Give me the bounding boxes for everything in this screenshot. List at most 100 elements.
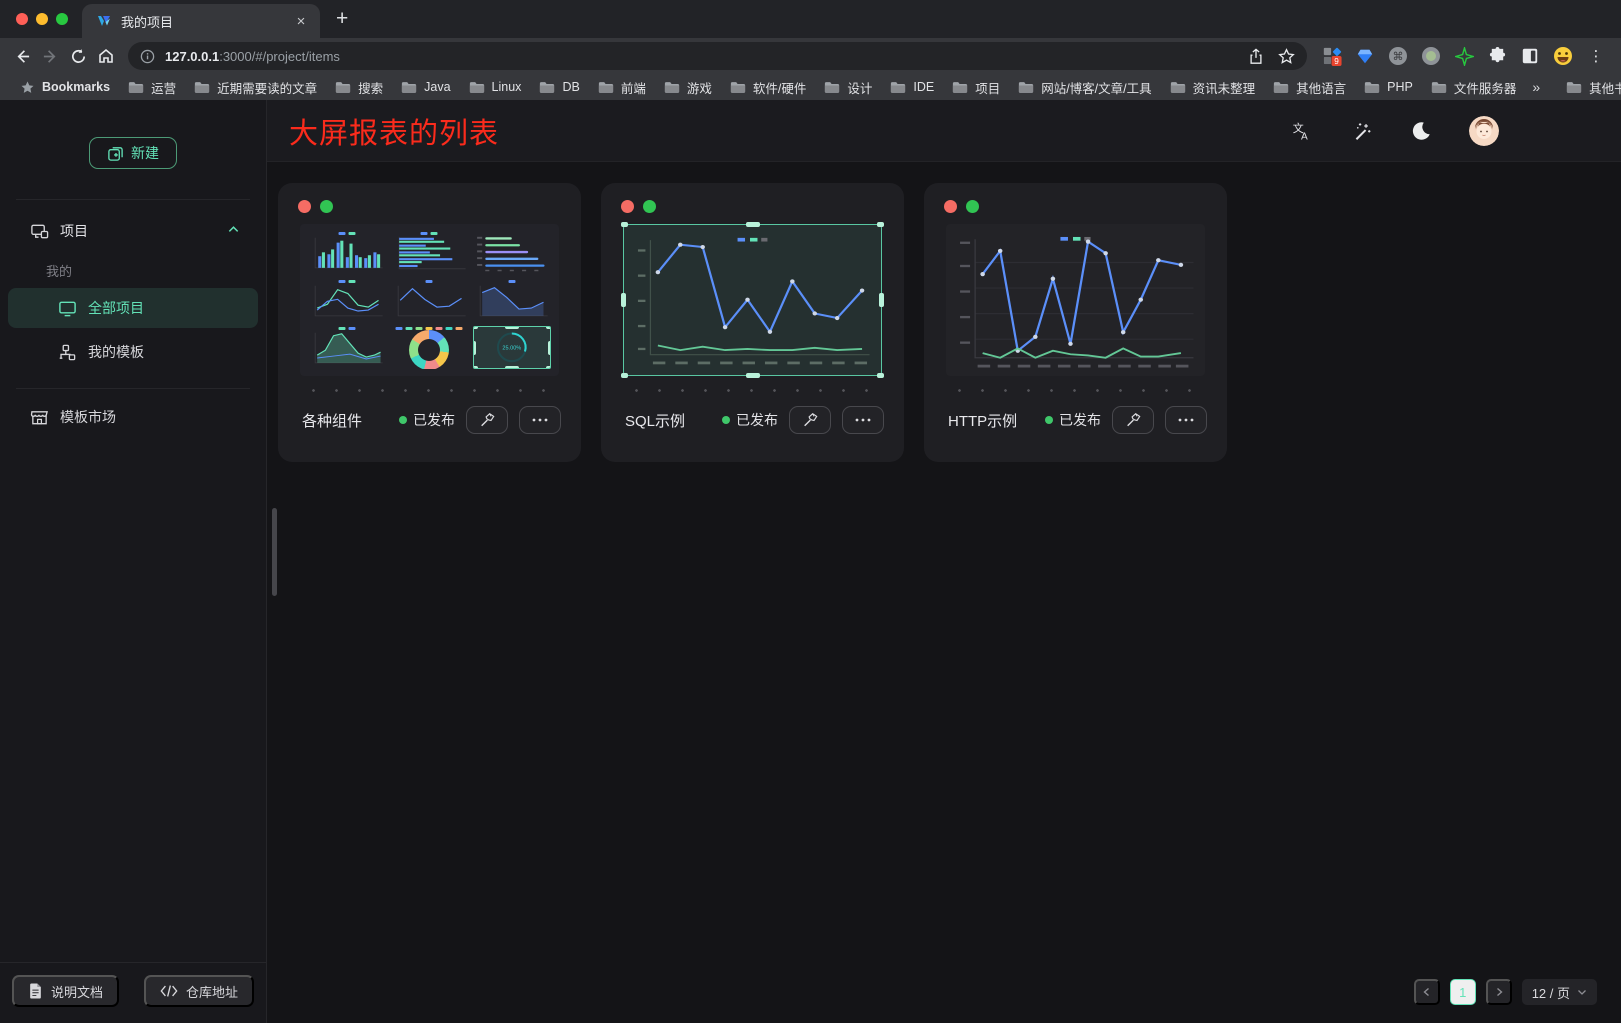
- bookmark-folder[interactable]: PHP: [1356, 76, 1421, 98]
- project-card[interactable]: SQL示例 已发布: [601, 183, 904, 462]
- bookmark-folder[interactable]: 网站/博客/文章/工具: [1010, 76, 1159, 98]
- bookmark-folder[interactable]: DB: [531, 76, 587, 98]
- selection-handle[interactable]: [746, 222, 760, 227]
- share-icon[interactable]: [1248, 48, 1264, 65]
- extensions-puzzle-icon[interactable]: [1486, 45, 1508, 67]
- red-dot-icon: [298, 200, 311, 213]
- back-icon[interactable]: [8, 42, 36, 70]
- bookmark-folder[interactable]: 资讯未整理: [1162, 76, 1264, 98]
- edit-project-button[interactable]: [466, 406, 508, 434]
- extension-sidepanel-icon[interactable]: [1519, 45, 1541, 67]
- more-actions-button[interactable]: [842, 406, 884, 434]
- new-tab-button[interactable]: +: [336, 7, 348, 31]
- dot-grid-divider: [619, 384, 886, 397]
- bookmark-folder[interactable]: 文件服务器: [1423, 76, 1525, 98]
- app-window: 新建 项目 我的 全部项目 我的模板 模: [0, 100, 1621, 1023]
- url-bar[interactable]: 127.0.0.1:3000/#/project/items: [128, 42, 1307, 70]
- extension-gem-icon[interactable]: [1354, 45, 1376, 67]
- chevron-up-icon[interactable]: [227, 223, 240, 239]
- selection-handle[interactable]: [746, 373, 760, 378]
- translate-icon[interactable]: 文A: [1289, 119, 1313, 143]
- maximize-window-button[interactable]: [56, 13, 68, 25]
- selection-handle[interactable]: [621, 373, 628, 378]
- repo-button[interactable]: 仓库地址: [144, 975, 254, 1007]
- selection-handle[interactable]: [621, 293, 626, 307]
- sidebar-section-project[interactable]: 项目: [0, 208, 266, 254]
- browser-tab[interactable]: 我的项目 ×: [82, 4, 320, 38]
- selection-handle[interactable]: [473, 341, 476, 355]
- dark-mode-moon-icon[interactable]: [1409, 119, 1433, 143]
- bookmark-folder[interactable]: 近期需要读的文章: [186, 76, 325, 98]
- sidebar-item-my-templates[interactable]: 我的模板: [8, 332, 258, 372]
- bookmark-star-icon[interactable]: [1278, 48, 1295, 65]
- site-info-icon[interactable]: [140, 49, 155, 64]
- extension-star-icon[interactable]: [1453, 45, 1475, 67]
- bookmark-folder[interactable]: 设计: [816, 76, 880, 98]
- close-window-button[interactable]: [16, 13, 28, 25]
- bookmark-folder[interactable]: 游戏: [656, 76, 720, 98]
- selection-handle[interactable]: [546, 366, 551, 369]
- bookmark-folder[interactable]: 软件/硬件: [722, 76, 814, 98]
- selection-handle[interactable]: [505, 366, 519, 369]
- minimize-window-button[interactable]: [36, 13, 48, 25]
- bookmark-folder[interactable]: IDE: [882, 76, 942, 98]
- extension-emoji-icon[interactable]: [1552, 45, 1574, 67]
- next-page-button[interactable]: [1486, 979, 1512, 1005]
- sidebar-item-all-projects[interactable]: 全部项目: [8, 288, 258, 328]
- site-favicon: [96, 13, 112, 29]
- more-actions-button[interactable]: [519, 406, 561, 434]
- tab-close-icon[interactable]: ×: [292, 12, 310, 30]
- extension-grid-icon[interactable]: 9: [1321, 45, 1343, 67]
- project-preview[interactable]: [946, 224, 1205, 376]
- magic-wand-icon[interactable]: [1349, 119, 1373, 143]
- browser-menu-icon[interactable]: ⋮: [1585, 45, 1607, 67]
- bookmark-folder[interactable]: Linux: [461, 76, 530, 98]
- ellipsis-icon: [532, 418, 548, 422]
- status-label: 已发布: [413, 410, 455, 430]
- selection-handle[interactable]: [473, 366, 478, 369]
- bookmark-folder[interactable]: 项目: [944, 76, 1008, 98]
- bookmark-folder[interactable]: 前端: [590, 76, 654, 98]
- edit-project-button[interactable]: [1112, 406, 1154, 434]
- new-project-button[interactable]: 新建: [89, 137, 177, 169]
- project-preview[interactable]: [623, 224, 882, 376]
- sidebar-item-template-market[interactable]: 模板市场: [0, 395, 266, 439]
- selection-handle[interactable]: [879, 293, 884, 307]
- content-scrollbar-thumb[interactable]: [272, 508, 277, 596]
- prev-page-button[interactable]: [1414, 979, 1440, 1005]
- bookmark-folder[interactable]: 搜索: [327, 76, 391, 98]
- other-bookmarks-label: 其他书签: [1589, 78, 1621, 97]
- content-header: 大屏报表的列表 文A: [267, 100, 1621, 162]
- extension-command-icon[interactable]: ⌘: [1387, 45, 1409, 67]
- bookmark-folder[interactable]: 运营: [120, 76, 184, 98]
- page-size-select[interactable]: 12 / 页: [1522, 979, 1597, 1005]
- bookmarks-overflow-button[interactable]: »: [1526, 79, 1546, 95]
- home-icon[interactable]: [92, 42, 120, 70]
- bookmark-folder[interactable]: 其他语言: [1265, 76, 1354, 98]
- more-actions-button[interactable]: [1165, 406, 1207, 434]
- repo-label: 仓库地址: [186, 982, 238, 1001]
- bookmark-folder[interactable]: Java: [393, 76, 458, 98]
- current-page-button[interactable]: 1: [1450, 979, 1476, 1005]
- selection-handle[interactable]: [548, 341, 551, 355]
- selection-handle[interactable]: [505, 326, 519, 329]
- user-avatar[interactable]: [1469, 116, 1499, 146]
- bookmarks-manager[interactable]: Bookmarks: [12, 76, 118, 98]
- selection-handle[interactable]: [546, 326, 551, 329]
- project-card[interactable]: 25.00% 各种组件 已发布: [278, 183, 581, 462]
- reload-icon[interactable]: [64, 42, 92, 70]
- project-preview[interactable]: 25.00%: [300, 224, 559, 376]
- main-content: 大屏报表的列表 文A: [267, 100, 1621, 1023]
- docs-button[interactable]: 说明文档: [12, 975, 119, 1007]
- forward-icon[interactable]: [36, 42, 64, 70]
- selection-handle[interactable]: [877, 222, 884, 227]
- other-bookmarks-folder[interactable]: 其他书签: [1558, 76, 1621, 98]
- url-path: :3000/#/project/items: [219, 49, 340, 64]
- selection-handle[interactable]: [621, 222, 628, 227]
- project-card[interactable]: HTTP示例 已发布: [924, 183, 1227, 462]
- selection-handle[interactable]: [877, 373, 884, 378]
- sidebar-section-label: 项目: [60, 221, 88, 241]
- edit-project-button[interactable]: [789, 406, 831, 434]
- sidebar-item-label: 全部项目: [88, 298, 144, 318]
- extension-dot-icon[interactable]: [1420, 45, 1442, 67]
